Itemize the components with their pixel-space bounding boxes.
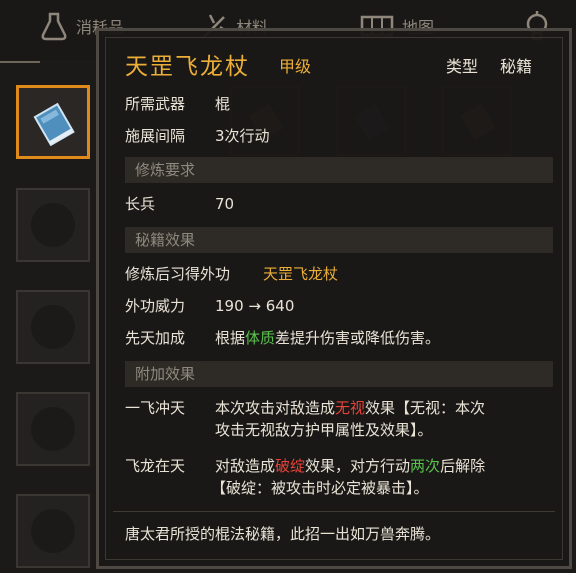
empty-slot-circle xyxy=(31,407,75,451)
section-extra-effects: 附加效果 xyxy=(125,361,553,387)
empty-slot-circle xyxy=(31,305,75,349)
type-label: 类型 xyxy=(446,57,479,76)
power-label: 外功威力 xyxy=(125,297,186,315)
learn-value: 天罡飞龙杖 xyxy=(263,265,339,283)
section-effects: 秘籍效果 xyxy=(125,227,553,253)
skill2-line1: 对敌造成破绽效果，对方行动两次后解除 xyxy=(215,455,485,477)
innate-pre: 根据 xyxy=(215,329,246,347)
empty-slot-circle xyxy=(31,509,75,553)
skill1-line2: 攻击无视敌方护甲属性及效果】。 xyxy=(215,421,433,439)
interval-label: 施展间隔 xyxy=(125,127,186,145)
skill2-line2: 【破绽：被攻击时必定被暴击】。 xyxy=(211,479,429,497)
skill1-pre: 本次攻击对敌造成 xyxy=(215,399,336,417)
innate-label: 先天加成 xyxy=(125,329,186,347)
item-grade: 甲级 xyxy=(279,57,312,76)
learn-label: 修炼后习得外功 xyxy=(125,265,231,283)
item-tooltip: 天罡飞龙杖 甲级 类型 秘籍 所需武器 棍 施展间隔 3次行动 修炼要求 长兵 … xyxy=(96,28,572,569)
requirement-value: 70 xyxy=(215,195,235,213)
inventory-slot-empty[interactable] xyxy=(16,290,90,364)
section-requirements: 修炼要求 xyxy=(125,157,553,183)
inventory-slot-empty[interactable] xyxy=(16,494,90,568)
tab-underline xyxy=(0,61,40,63)
interval-value: 3次行动 xyxy=(215,127,270,145)
skill1-line1: 本次攻击对敌造成无视效果【无视：本次 xyxy=(215,397,485,419)
inventory-slot-selected[interactable] xyxy=(16,85,90,159)
skill2-pre: 对敌造成 xyxy=(215,457,276,475)
requirement-name: 长兵 xyxy=(125,195,156,213)
skill1-name: 一飞冲天 xyxy=(125,399,186,417)
skill2-name: 飞龙在天 xyxy=(125,457,186,475)
type-value: 秘籍 xyxy=(500,57,533,76)
power-value: 190 → 640 xyxy=(215,297,295,315)
innate-post: 差提升伤害或降低伤害。 xyxy=(275,329,441,347)
innate-attribute: 体质 xyxy=(245,329,276,347)
skill1-keyword: 无视 xyxy=(335,399,366,417)
flask-icon xyxy=(41,12,67,41)
skill2-keyword2: 两次 xyxy=(410,457,441,475)
item-name: 天罡飞龙杖 xyxy=(125,54,250,80)
skill2-mid: 效果，对方行动 xyxy=(305,457,411,475)
weapon-label: 所需武器 xyxy=(125,95,186,113)
item-description: 唐太君所授的棍法秘籍，此招一出如万兽奔腾。 xyxy=(125,525,441,543)
description-divider xyxy=(113,511,555,512)
skill2-post: 后解除 xyxy=(440,457,486,475)
innate-text: 根据体质差提升伤害或降低伤害。 xyxy=(215,327,440,349)
inventory-slot-empty[interactable] xyxy=(16,392,90,466)
skill2-keyword: 破绽 xyxy=(275,457,306,475)
inventory-slot-empty[interactable] xyxy=(16,188,90,262)
blue-book-icon xyxy=(33,102,75,146)
weapon-value: 棍 xyxy=(215,95,231,113)
empty-slot-circle xyxy=(31,203,75,247)
skill1-post: 效果【无视：本次 xyxy=(365,399,486,417)
